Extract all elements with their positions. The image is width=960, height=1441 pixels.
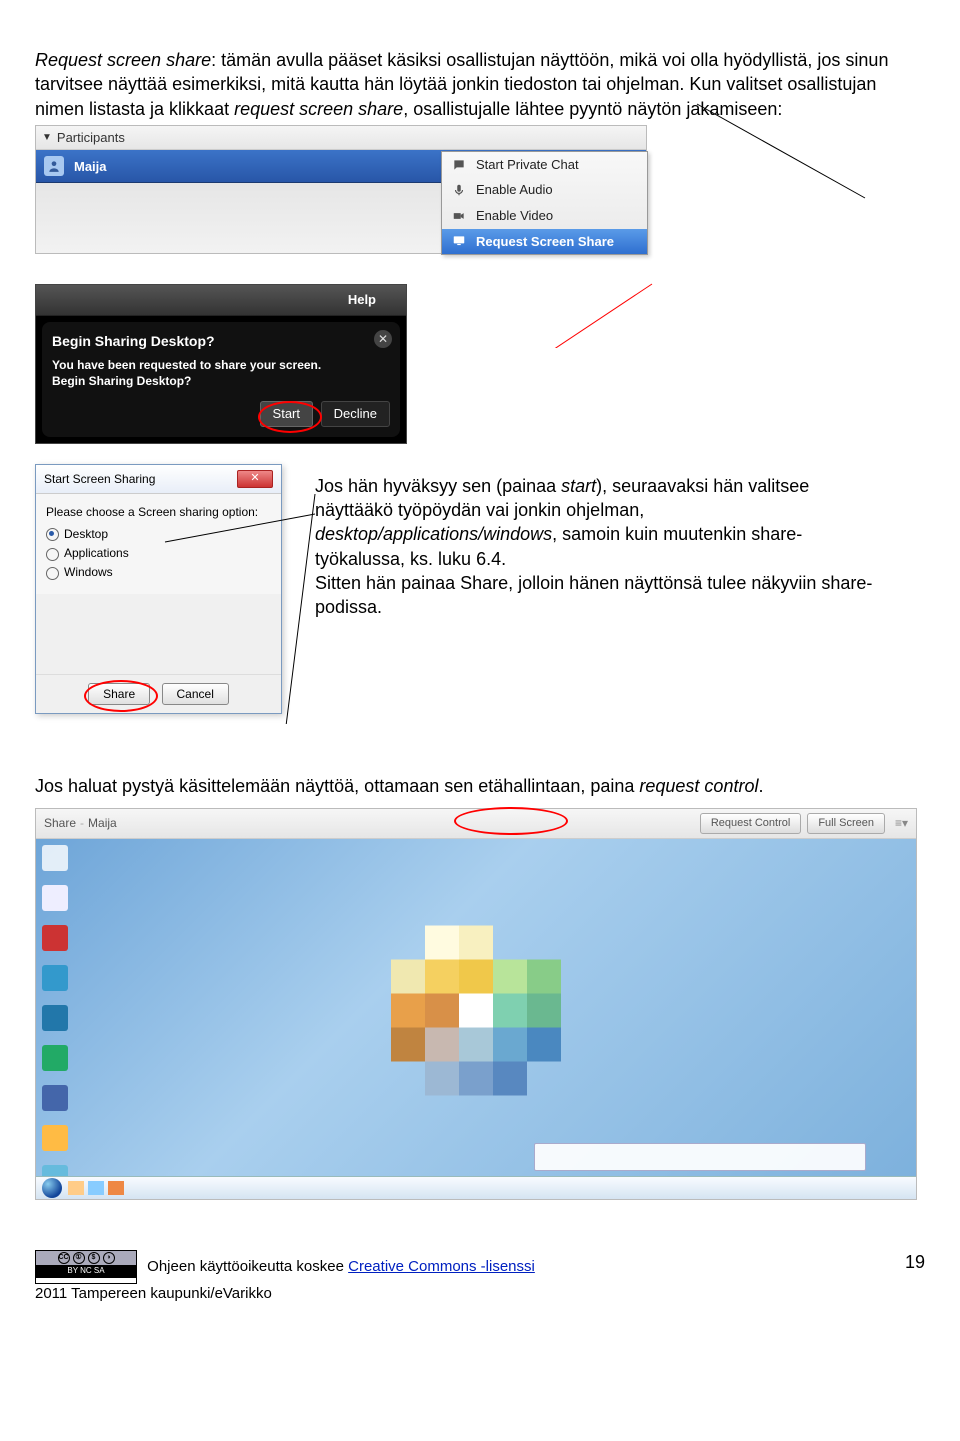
menu-enable-video[interactable]: Enable Video (442, 203, 647, 229)
screen-sharing-dialog: Start Screen Sharing ✕ Please choose a S… (35, 464, 282, 714)
avatar-icon (44, 156, 64, 176)
cancel-button[interactable]: Cancel (162, 683, 229, 705)
cc-badge-icon: CC①$◑ BY NC SA (35, 1250, 137, 1284)
close-button[interactable]: ✕ (237, 470, 273, 488)
request-control-button[interactable]: Request Control (700, 813, 802, 834)
taskbar-icon[interactable] (68, 1181, 84, 1195)
chat-icon (450, 157, 468, 173)
start-orb-icon[interactable] (42, 1178, 62, 1198)
participants-header: ▼ Participants (36, 126, 646, 151)
dialog-line-2: Begin Sharing Desktop? (52, 373, 390, 389)
page-footer: 19 CC①$◑ BY NC SA Ohjeen käyttöoikeutta … (35, 1250, 925, 1304)
share-prompt-dialog: Help ✕ Begin Sharing Desktop? You have b… (35, 284, 407, 443)
side-explanation: Jos hän hyväksyy sen (painaa start), seu… (315, 474, 875, 620)
radio-applications[interactable]: Applications (46, 545, 271, 561)
share-label: Share (44, 815, 76, 831)
help-menu[interactable]: Help (36, 285, 406, 316)
share-pod: Share - Maija Request Control Full Scree… (35, 808, 917, 1200)
adobe-icon (42, 925, 68, 951)
participants-title: Participants (57, 129, 125, 147)
request-control-paragraph: Jos haluat pystyä käsittelemään näyttöä,… (35, 774, 925, 798)
desktop-icons (42, 845, 68, 1191)
radio-windows[interactable]: Windows (46, 564, 271, 580)
intro-paragraph: Request screen share: tämän avulla pääse… (35, 48, 925, 121)
annotation-circle-request-control (454, 807, 568, 835)
ie-icon (42, 965, 68, 991)
taskbar (36, 1176, 916, 1199)
camera-icon (450, 208, 468, 224)
radio-desktop[interactable]: Desktop (46, 526, 271, 542)
desktop-icon (42, 1125, 68, 1151)
recycle-bin-icon (42, 845, 68, 871)
desktop-icon (42, 885, 68, 911)
share-menu-icon[interactable]: ≡▾ (895, 815, 908, 831)
taskbar-icon[interactable] (88, 1181, 104, 1195)
pixelated-logo (391, 925, 561, 1095)
word-icon (42, 1005, 68, 1031)
cc-license-link[interactable]: Creative Commons -lisenssi (348, 1258, 535, 1275)
participant-name: Maija (74, 158, 107, 176)
menu-private-chat[interactable]: Start Private Chat (442, 152, 647, 178)
mic-icon (450, 182, 468, 198)
taskbar-icon[interactable] (108, 1181, 124, 1195)
dialog-line-1: You have been requested to share your sc… (52, 357, 390, 373)
menu-request-screen-share[interactable]: Request Screen Share (442, 229, 647, 255)
full-screen-button[interactable]: Full Screen (807, 813, 885, 834)
page-number: 19 (905, 1250, 925, 1274)
dialog-title: Start Screen Sharing (44, 471, 155, 487)
context-menu: Start Private Chat Enable Audio Enable V… (441, 151, 648, 255)
annotation-circle-start (258, 401, 322, 433)
menu-enable-audio[interactable]: Enable Audio (442, 177, 647, 203)
annotation-circle-share (84, 680, 158, 712)
copyright: 2011 Tampereen kaupunki/eVarikko (35, 1284, 925, 1304)
share-username: Maija (88, 815, 117, 831)
dialog-prompt: Please choose a Screen sharing option: (46, 504, 271, 520)
notification-balloon (534, 1143, 866, 1171)
rss-term: Request screen share (35, 50, 211, 70)
decline-button[interactable]: Decline (321, 401, 390, 427)
excel-icon (42, 1045, 68, 1071)
participants-panel: ▼ Participants Maija Start Private Chat … (35, 125, 647, 255)
collapse-triangle-icon[interactable]: ▼ (42, 131, 52, 145)
share-toolbar: Share - Maija Request Control Full Scree… (36, 809, 916, 839)
app-icon (42, 1085, 68, 1111)
monitor-icon (450, 233, 468, 249)
close-icon[interactable]: ✕ (374, 330, 392, 348)
dialog-title: Begin Sharing Desktop? (52, 332, 390, 351)
shared-desktop (36, 839, 916, 1199)
